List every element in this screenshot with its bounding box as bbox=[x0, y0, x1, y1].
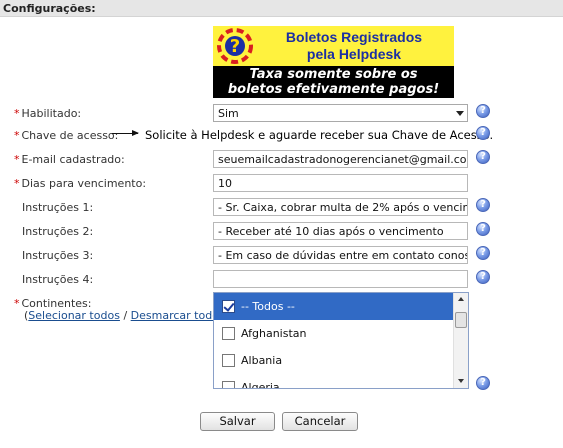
habilitado-select[interactable]: Sim bbox=[213, 104, 468, 122]
banner-top: ? Boletos Registrados pela Helpdesk bbox=[213, 26, 454, 66]
instr4-field[interactable] bbox=[213, 270, 468, 288]
checkbox-icon[interactable] bbox=[222, 353, 235, 367]
help-icon[interactable]: ? bbox=[476, 126, 490, 140]
scroll-up-icon[interactable] bbox=[454, 293, 468, 307]
cancel-button[interactable]: Cancelar bbox=[282, 412, 358, 431]
banner-tagline: Taxa somente sobre os boletos efetivamen… bbox=[213, 66, 454, 98]
instr3-field[interactable]: - Em caso de dúvidas entre em contato co… bbox=[213, 246, 468, 264]
arrow-right-icon bbox=[112, 130, 139, 136]
help-icon[interactable]: ? bbox=[476, 150, 490, 164]
row-habilitado: * Habilitado: Sim ? bbox=[0, 103, 563, 125]
instr4-label: Instruções 4: bbox=[22, 273, 94, 286]
continentes-listbox[interactable]: -- Todos -- Afghanistan Albania Algeria bbox=[213, 292, 469, 389]
deselect-all-link[interactable]: Desmarcar todos bbox=[131, 309, 225, 322]
habilitado-label: * Habilitado: bbox=[14, 107, 82, 120]
list-item[interactable]: Afghanistan bbox=[214, 320, 468, 347]
section-header: Configurações: bbox=[0, 0, 563, 17]
dias-field[interactable]: 10 bbox=[213, 174, 468, 192]
dias-label: * Dias para vencimento: bbox=[14, 177, 147, 190]
row-chave: * Chave de acesso: Solicite à Helpdesk e … bbox=[0, 125, 563, 147]
checkbox-icon[interactable] bbox=[222, 380, 235, 388]
help-icon[interactable]: ? bbox=[476, 376, 490, 390]
email-field[interactable]: seuemailcadastradonogerencianet@gmail.co… bbox=[213, 150, 468, 168]
scroll-thumb[interactable] bbox=[455, 312, 467, 328]
continentes-links: (Selecionar todos / Desmarcar todos) bbox=[24, 309, 229, 322]
help-icon[interactable]: ? bbox=[476, 198, 490, 212]
scroll-down-icon[interactable] bbox=[454, 374, 468, 388]
chevron-down-icon bbox=[456, 111, 464, 116]
promo-banner[interactable]: ? Boletos Registrados pela Helpdesk Taxa… bbox=[213, 26, 454, 98]
select-all-link[interactable]: Selecionar todos bbox=[28, 309, 120, 322]
instr3-label: Instruções 3: bbox=[22, 249, 94, 262]
listbox-scrollbar[interactable] bbox=[453, 293, 468, 388]
instr2-label: Instruções 2: bbox=[22, 225, 94, 238]
chave-value: Solicite à Helpdesk e aguarde receber su… bbox=[145, 128, 494, 142]
banner-title: Boletos Registrados pela Helpdesk bbox=[285, 29, 423, 62]
instr1-label: Instruções 1: bbox=[22, 201, 94, 214]
row-dias: * Dias para vencimento: 10 bbox=[0, 173, 563, 195]
help-icon[interactable]: ? bbox=[476, 104, 490, 118]
help-icon[interactable]: ? bbox=[476, 270, 490, 284]
email-label: * E-mail cadastrado: bbox=[14, 153, 125, 166]
instr2-field[interactable]: - Receber até 10 dias após o vencimento bbox=[213, 222, 468, 240]
row-instr1: Instruções 1: - Sr. Caixa, cobrar multa … bbox=[0, 197, 563, 219]
checkbox-checked-icon[interactable] bbox=[222, 299, 235, 313]
row-instr3: Instruções 3: - Em caso de dúvidas entre… bbox=[0, 245, 563, 267]
question-logo-icon: ? bbox=[217, 28, 253, 64]
list-item[interactable]: -- Todos -- bbox=[214, 293, 468, 320]
row-email: * E-mail cadastrado: seuemailcadastradono… bbox=[0, 149, 563, 171]
save-button[interactable]: Salvar bbox=[200, 412, 275, 431]
checkbox-icon[interactable] bbox=[222, 326, 235, 340]
svg-text:?: ? bbox=[230, 36, 240, 57]
row-instr2: Instruções 2: - Receber até 10 dias após… bbox=[0, 221, 563, 243]
help-icon[interactable]: ? bbox=[476, 246, 490, 260]
row-instr4: Instruções 4: ? bbox=[0, 269, 563, 291]
chave-label: * Chave de acesso: bbox=[14, 129, 119, 142]
help-icon[interactable]: ? bbox=[476, 222, 490, 236]
list-item[interactable]: Albania bbox=[214, 347, 468, 374]
section-title: Configurações: bbox=[3, 2, 96, 15]
instr1-field[interactable]: - Sr. Caixa, cobrar multa de 2% após o v… bbox=[213, 198, 468, 216]
link-separator: / bbox=[123, 309, 128, 322]
list-item[interactable]: Algeria bbox=[214, 374, 468, 388]
